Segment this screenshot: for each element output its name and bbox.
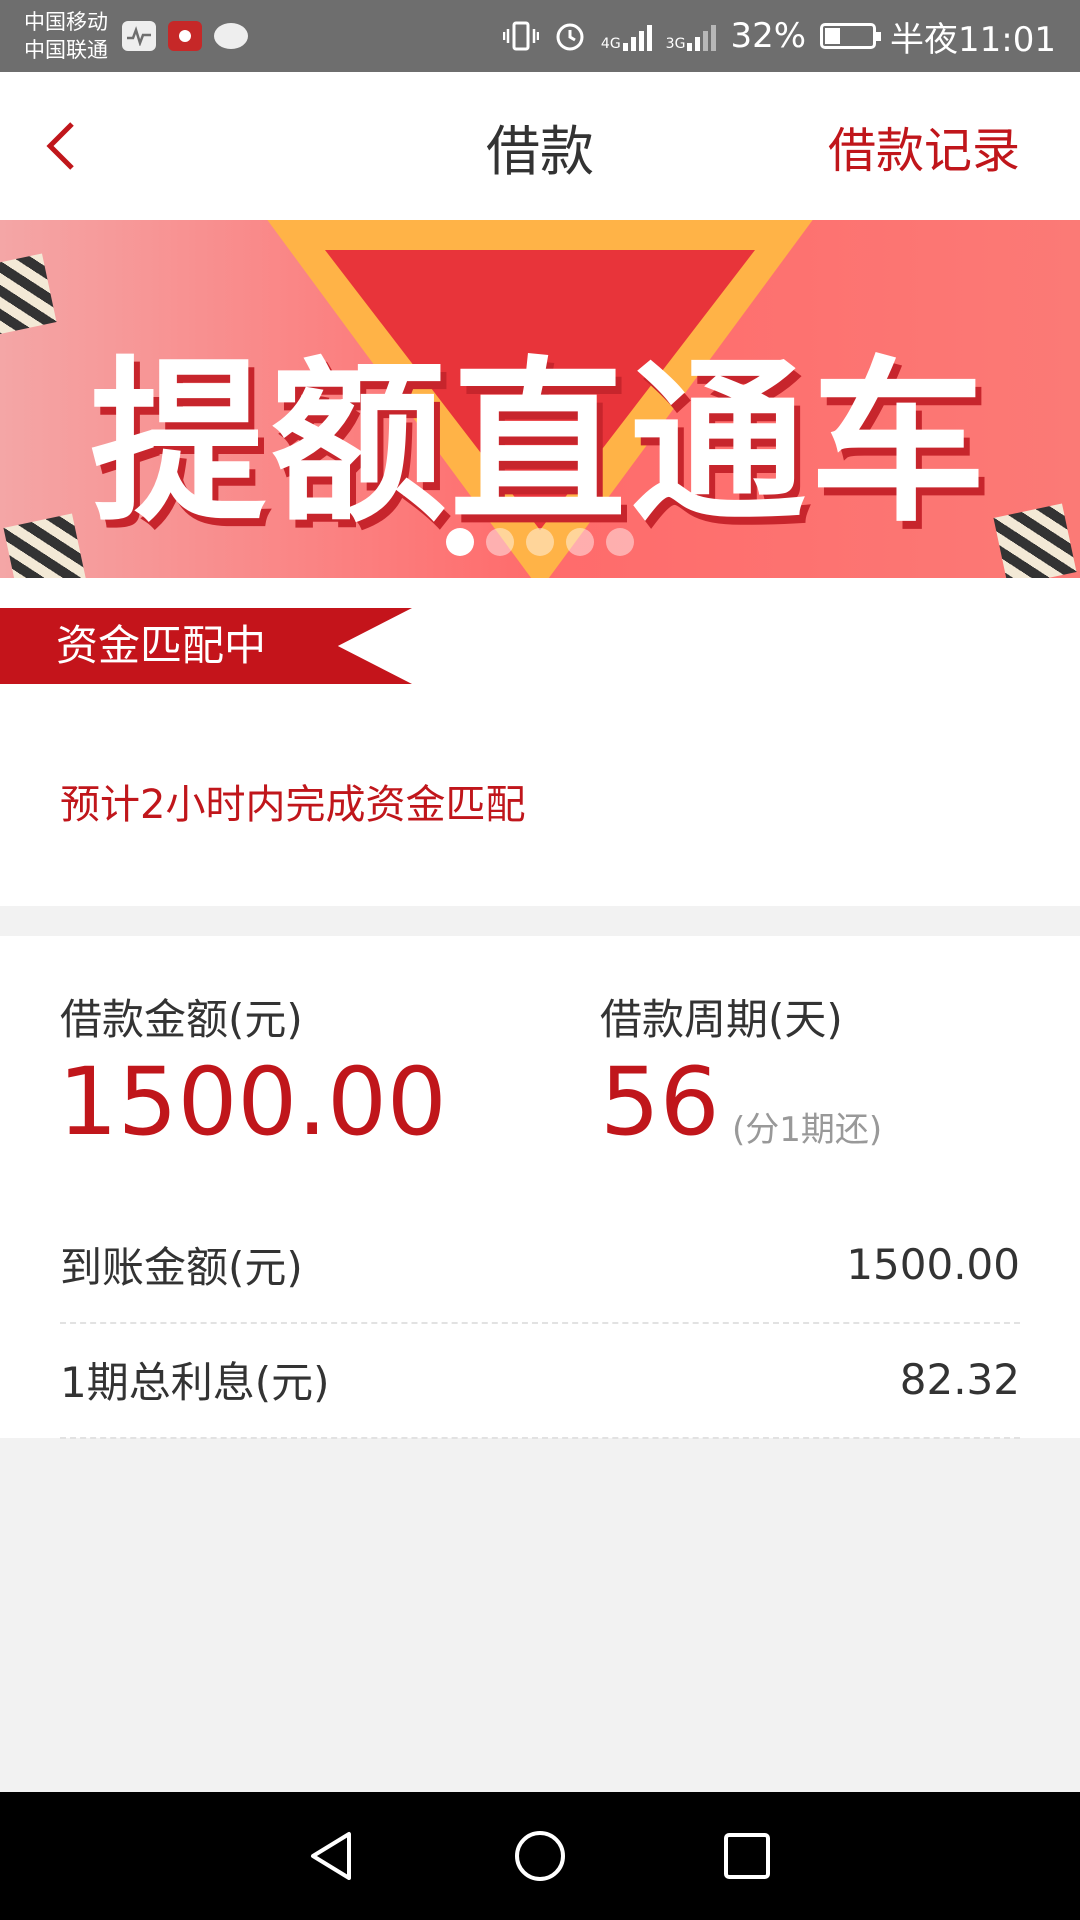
loan-period-value: 56: [600, 1048, 720, 1157]
app-notification-icon: [168, 21, 202, 51]
banner-headline: 提额直通车: [89, 341, 990, 546]
net-3g-label: 3G: [665, 36, 686, 52]
loan-amount-label: 借款金额(元): [60, 995, 303, 1044]
status-badge: 资金匹配中: [0, 608, 412, 684]
loan-amount-value: 1500.00: [58, 1048, 447, 1157]
alarm-icon: [556, 23, 584, 51]
carousel-dot[interactable]: [566, 528, 594, 556]
vibrate-icon: [502, 21, 539, 51]
loan-period-label: 借款周期(天): [600, 995, 843, 1044]
net-4g-label: 4G: [600, 36, 621, 52]
activity-icon: [122, 21, 156, 51]
estimate-text: 预计2小时内完成资金匹配: [60, 782, 526, 828]
signal-3g-icon: 3G: [666, 21, 717, 51]
nav-home-icon[interactable]: [512, 1828, 568, 1884]
carrier-2: 中国联通: [24, 38, 108, 62]
signal-4g-icon: 4G: [601, 21, 652, 51]
battery-icon: [820, 23, 882, 49]
interest-value: 82.32: [899, 1354, 1020, 1404]
loan-records-link[interactable]: 借款记录: [828, 111, 1020, 181]
installment-note: (分1期还): [732, 1110, 883, 1150]
received-amount-value: 1500.00: [846, 1239, 1020, 1289]
clock: 半夜11:01: [890, 19, 1056, 60]
carousel-indicator[interactable]: [0, 528, 1080, 556]
carrier-names: 中国移动 中国联通: [24, 8, 108, 64]
nav-back-icon[interactable]: [305, 1828, 361, 1884]
carrier-1: 中国移动: [24, 10, 108, 34]
received-amount-row: 到账金额(元) 1500.00: [60, 1206, 1020, 1324]
notification-icons: [122, 21, 248, 51]
app-header: 借款 借款记录: [0, 72, 1080, 220]
loan-details-card: 借款金额(元) 1500.00 借款周期(天) 56 (分1期还) 到账金额(元…: [0, 936, 1080, 1439]
system-nav-bar: [0, 1792, 1080, 1920]
carousel-dot[interactable]: [606, 528, 634, 556]
message-icon: [214, 23, 248, 49]
interest-label: 1期总利息(元): [60, 1357, 330, 1407]
received-amount-label: 到账金额(元): [60, 1242, 303, 1292]
carousel-dot[interactable]: [486, 528, 514, 556]
nav-recents-icon[interactable]: [719, 1828, 775, 1884]
interest-row: 1期总利息(元) 82.32: [60, 1321, 1020, 1439]
promo-banner[interactable]: 提额直通车: [0, 220, 1080, 578]
battery-percent: 32%: [730, 16, 807, 56]
status-bar: 中国移动 中国联通 4G 3G 32% 半夜11:01: [0, 0, 1080, 72]
carousel-dot[interactable]: [446, 528, 474, 556]
carousel-dot[interactable]: [526, 528, 554, 556]
matching-status-card: 资金匹配中 预计2小时内完成资金匹配: [0, 578, 1080, 906]
system-status: 4G 3G 32% 半夜11:01: [502, 12, 1056, 61]
